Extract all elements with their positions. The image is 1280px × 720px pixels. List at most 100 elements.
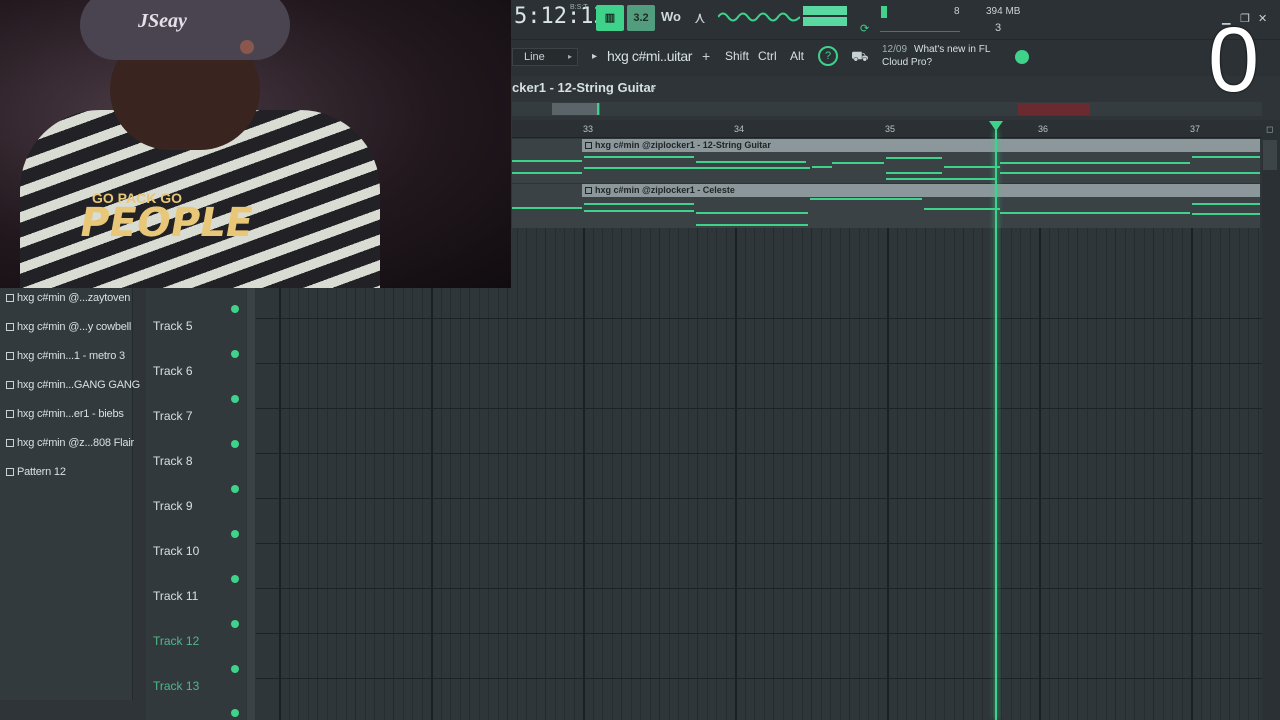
track-label[interactable]: Track 13 — [153, 679, 199, 693]
note — [1000, 162, 1190, 164]
playlist-grid[interactable] — [256, 228, 1262, 720]
pattern-item[interactable]: hxg c#min...1 - metro 3 — [6, 350, 125, 362]
track-enable-led[interactable] — [231, 709, 239, 717]
shift-key-button[interactable]: Shift — [725, 49, 749, 63]
track-label[interactable]: Track 10 — [153, 544, 199, 558]
pattern-item[interactable]: hxg c#min...er1 - biebs — [6, 408, 124, 420]
news-headline-line2[interactable]: Cloud Pro? — [882, 57, 932, 68]
track-enable-led[interactable] — [231, 350, 239, 358]
grid-line — [1181, 228, 1183, 720]
close-icon[interactable]: ✕ — [1258, 12, 1267, 25]
track-enable-led[interactable] — [231, 575, 239, 583]
snap-label: Line — [524, 51, 545, 63]
title-arrow-icon[interactable]: ▸ — [651, 83, 656, 94]
track-label[interactable]: Track 12 — [153, 634, 199, 648]
grid-line — [1248, 228, 1249, 720]
track-enable-led[interactable] — [231, 395, 239, 403]
grid-line — [1238, 228, 1240, 720]
clip-label-text: hxg c#min @ziplocker1 - 12-String Guitar — [595, 140, 771, 150]
track-enable-led[interactable] — [231, 665, 239, 673]
clip-label: hxg c#min @ziplocker1 - Celeste — [585, 185, 735, 195]
grid-line — [763, 228, 765, 720]
grid-line — [450, 228, 451, 720]
grid-line — [915, 228, 917, 720]
grid-line — [1115, 228, 1116, 720]
track-row-divider — [256, 318, 1262, 319]
pattern-item[interactable]: hxg c#min @z...808 Flair — [6, 437, 134, 449]
grid-line — [497, 228, 499, 720]
pattern-icon — [6, 323, 14, 331]
track-label[interactable]: Track 8 — [153, 454, 193, 468]
pattern-item[interactable]: hxg c#min...GANG GANG — [6, 379, 140, 391]
webcam-overlay: GO PACK GO PEOPLE JSeay — [0, 0, 511, 288]
voices-count: 3 — [995, 22, 1002, 34]
grid-line — [554, 228, 556, 720]
piano-roll-toggle-button[interactable]: ▥ — [596, 5, 624, 31]
track-enable-led[interactable] — [231, 620, 239, 628]
track-label[interactable]: Track 9 — [153, 499, 193, 513]
grid-line — [573, 228, 575, 720]
grid-line — [1039, 228, 1041, 720]
grid-line — [1105, 228, 1107, 720]
wo-button[interactable]: Wo — [661, 9, 681, 24]
cart-icon[interactable]: ⛟ — [851, 48, 869, 67]
track-label[interactable]: Track 11 — [153, 589, 198, 603]
help-icon[interactable]: ? — [818, 46, 838, 66]
tempo-button[interactable]: 3.2 — [627, 5, 655, 31]
horizontal-scrollbar[interactable] — [512, 102, 1262, 116]
alt-key-button[interactable]: Alt — [790, 49, 804, 63]
news-headline[interactable]: What's new in FL — [914, 44, 990, 55]
grid-line — [744, 228, 746, 720]
grid-line — [1096, 228, 1097, 720]
bar-number: 35 — [885, 124, 896, 134]
grid-line — [602, 228, 603, 720]
grid-line — [649, 228, 651, 720]
track-enable-led[interactable] — [231, 440, 239, 448]
playhead-line[interactable] — [995, 130, 997, 720]
zoom-icon[interactable]: ◻ — [1266, 124, 1273, 135]
grid-line — [1191, 228, 1193, 720]
grid-line — [991, 228, 993, 720]
note — [810, 198, 922, 200]
track-label[interactable]: Track 6 — [153, 364, 193, 378]
sync-icon[interactable]: ⟳ — [860, 22, 869, 35]
pattern-browse-icon[interactable]: ▸ — [592, 51, 597, 62]
pattern-icon — [585, 187, 592, 194]
song-position-clock[interactable]: 5:12:13 — [514, 4, 607, 29]
metronome-icon[interactable]: ⋏ — [694, 8, 706, 28]
grid-line — [896, 228, 898, 720]
pattern-item[interactable]: hxg c#min @...zaytoven — [6, 292, 130, 304]
grid-line — [1124, 228, 1126, 720]
current-pattern-selector[interactable]: hxg c#mi..uitar — [607, 48, 692, 64]
grid-line — [773, 228, 774, 720]
track-enable-led[interactable] — [231, 305, 239, 313]
grid-line — [801, 228, 803, 720]
scrollbar-position-marker — [597, 103, 599, 115]
grid-line — [469, 228, 470, 720]
vertical-scrollbar-thumb[interactable] — [1263, 140, 1277, 170]
clock-format-label: B:S:T — [570, 4, 588, 11]
track-label[interactable]: Track 7 — [153, 409, 193, 423]
vertical-scrollbar[interactable] — [1262, 120, 1280, 720]
track-label[interactable]: Track 5 — [153, 319, 193, 333]
track-enable-led[interactable] — [231, 530, 239, 538]
grid-line — [678, 228, 679, 720]
hat-text: JSeay — [138, 10, 187, 32]
grid-line — [1210, 228, 1211, 720]
pattern-item[interactable]: Pattern 12 — [6, 466, 66, 478]
scrollbar-thumb[interactable] — [552, 103, 600, 115]
ctrl-key-button[interactable]: Ctrl — [758, 49, 777, 63]
note — [584, 210, 694, 212]
grid-line — [1077, 228, 1078, 720]
track-enable-led[interactable] — [231, 485, 239, 493]
pattern-item[interactable]: hxg c#min @...y cowbell — [6, 321, 131, 333]
track-header-grip[interactable] — [247, 288, 255, 720]
add-pattern-button[interactable]: + — [702, 48, 710, 64]
grid-line — [963, 228, 964, 720]
grid-line — [412, 228, 413, 720]
grid-line — [630, 228, 632, 720]
note — [696, 161, 806, 163]
globe-icon[interactable] — [1015, 50, 1029, 64]
grid-line — [279, 228, 281, 720]
grid-line — [364, 228, 366, 720]
